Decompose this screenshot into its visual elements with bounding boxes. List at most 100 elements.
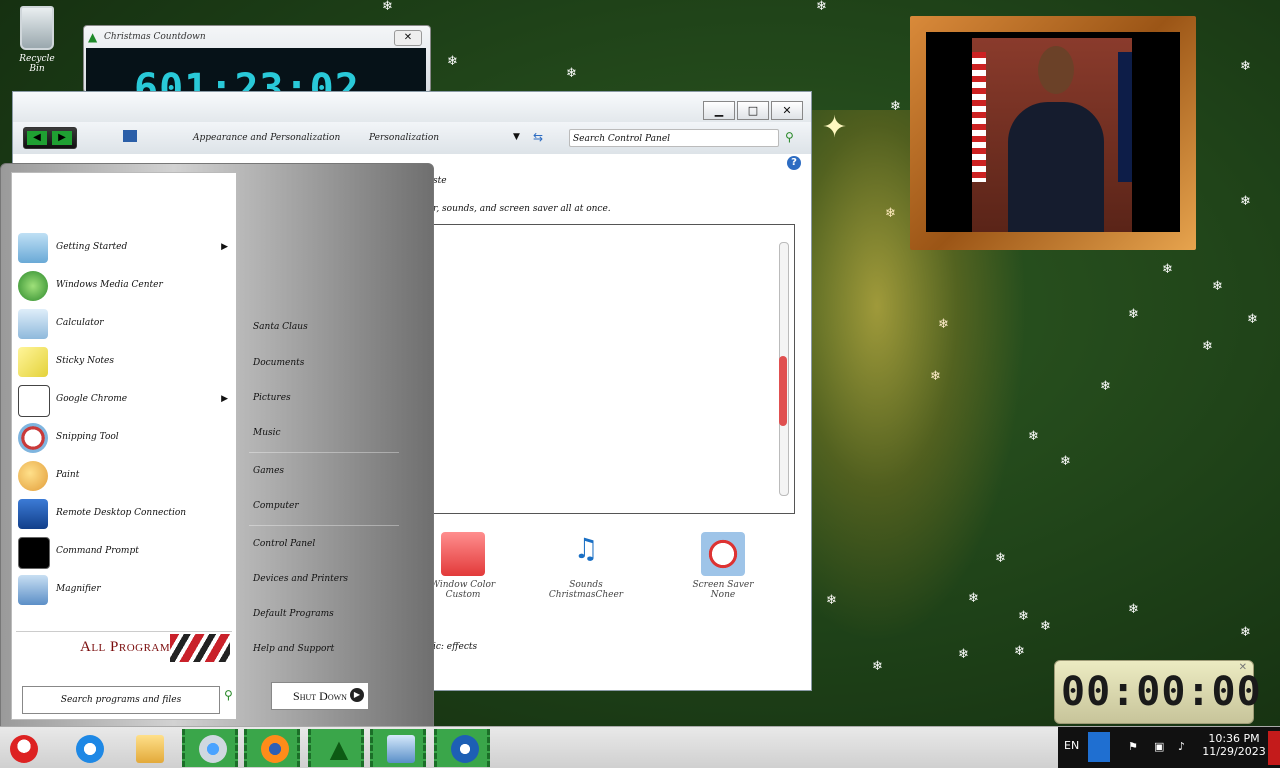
photo-frame-widget[interactable]: [910, 16, 1196, 250]
all-programs-button[interactable]: All Programs: [16, 631, 232, 664]
screen-saver-item[interactable]: Screen Saver None: [673, 532, 773, 600]
show-desktop-button[interactable]: [1268, 731, 1280, 765]
maximize-button[interactable]: □: [737, 101, 769, 120]
right-item-pictures[interactable]: Pictures: [253, 393, 291, 403]
chevron-down-icon[interactable]: ▼: [513, 132, 520, 142]
menu-item-remote-desktop[interactable]: Remote Desktop Connection: [18, 497, 228, 531]
search-input[interactable]: Search Control Panel: [569, 129, 779, 147]
breadcrumb-appearance[interactable]: Appearance and Personalization: [193, 133, 340, 143]
start-menu[interactable]: Getting Started ▶ Windows Media Center C…: [0, 163, 434, 729]
shutdown-button[interactable]: Shut Down ▶: [271, 682, 369, 710]
section-description: r, sounds, and screen saver all at once.: [433, 204, 611, 214]
sounds-sublabel: ChristmasCheer: [548, 590, 624, 600]
taskbar-firefox[interactable]: [244, 729, 300, 767]
flag-icon: [1118, 52, 1132, 182]
explorer-folder-icon: [136, 735, 164, 763]
menu-item-getting-started[interactable]: Getting Started ▶: [18, 231, 228, 265]
right-item-documents[interactable]: Documents: [253, 358, 304, 368]
menu-item-google-chrome[interactable]: Google Chrome ▶: [18, 383, 228, 417]
language-indicator[interactable]: EN: [1064, 739, 1079, 752]
google-chrome-icon: [18, 385, 50, 417]
internet-explorer-icon: [76, 735, 104, 763]
taskbar-christmas-tree[interactable]: ▲: [308, 729, 364, 767]
menu-item-calculator[interactable]: Calculator: [18, 307, 228, 341]
right-item-computer[interactable]: Computer: [253, 501, 299, 511]
search-icon[interactable]: ⚲: [224, 688, 233, 702]
sounds-item[interactable]: ♫ Sounds ChristmasCheer: [536, 532, 636, 600]
scrollbar-thumb[interactable]: [779, 356, 787, 426]
back-button[interactable]: ◀: [27, 131, 47, 145]
menu-item-command-prompt[interactable]: Command Prompt: [18, 535, 228, 569]
start-button[interactable]: [0, 729, 56, 767]
clock-widget[interactable]: 00:00:00 ✕: [1054, 660, 1261, 724]
submenu-arrow-icon: ▶: [221, 242, 228, 252]
window-titlebar[interactable]: ▁ □ ✕: [13, 92, 811, 122]
clock-digits: 00:00:00: [1061, 669, 1262, 715]
shutdown-label: Shut Down: [293, 689, 347, 703]
clock[interactable]: 10:36 PM 11/29/2023: [1202, 732, 1266, 758]
close-button[interactable]: ✕: [771, 101, 803, 120]
clock-close-button[interactable]: ✕: [1239, 662, 1247, 673]
refresh-icon[interactable]: ⇆: [533, 130, 543, 144]
screen-saver-label: Screen Saver: [692, 580, 754, 590]
search-icon[interactable]: ⚲: [785, 130, 794, 144]
snowflake-icon: ❄: [1040, 619, 1051, 634]
sounds-label: Sounds: [569, 580, 603, 590]
breadcrumb-personalization[interactable]: Personalization: [369, 133, 439, 143]
us-flag-icon: [972, 52, 986, 182]
menu-item-media-center[interactable]: Windows Media Center: [18, 269, 228, 303]
menu-item-snipping-tool[interactable]: Snipping Tool: [18, 421, 228, 455]
themes-listbox[interactable]: [433, 224, 795, 514]
right-item-music[interactable]: Music: [253, 428, 281, 438]
taskbar-control-panel[interactable]: [370, 729, 426, 767]
taskbar-ie[interactable]: [62, 729, 118, 767]
snowflake-icon: ❄: [1240, 59, 1251, 74]
media-center-icon: [18, 271, 48, 301]
countdown-digits: 601:23:02: [134, 66, 360, 93]
menu-item-paint[interactable]: Paint: [18, 459, 228, 493]
thunderbird-icon: [451, 735, 479, 763]
snowflake-icon: ❄: [1240, 194, 1251, 209]
taskbar-explorer[interactable]: [122, 729, 178, 767]
right-item-control-panel[interactable]: Control Panel: [253, 539, 315, 549]
snowflake-icon: ❄: [1212, 279, 1223, 294]
menu-item-magnifier[interactable]: Magnifier: [18, 573, 228, 607]
snowflake-icon: ❄: [1128, 307, 1139, 322]
countdown-display: 601:23:02: [86, 48, 426, 92]
taskbar-thunderbird[interactable]: [434, 729, 490, 767]
right-item-devices-printers[interactable]: Devices and Printers: [253, 574, 348, 584]
snowflake-icon: ❄: [1202, 339, 1213, 354]
menu-item-sticky-notes[interactable]: Sticky Notes: [18, 345, 228, 379]
forward-button[interactable]: ▶: [52, 131, 72, 145]
all-programs-label: All Programs: [80, 639, 177, 655]
recycle-bin-label: Recycle Bin: [19, 54, 55, 74]
system-tray: EN ⚑ ▣ ♪ 10:36 PM 11/29/2023: [1058, 727, 1280, 768]
paint-icon: [18, 461, 48, 491]
snowflake-icon: ❄: [1100, 379, 1111, 394]
network-icon[interactable]: ▣: [1154, 740, 1168, 754]
sounds-icon: ♫: [573, 532, 599, 565]
action-center-flag-icon[interactable]: ⚑: [1128, 740, 1142, 754]
control-panel-icon: [387, 735, 415, 763]
volume-icon[interactable]: ♪: [1178, 740, 1192, 754]
countdown-widget[interactable]: ▲ Christmas Countdown ✕ 601:23:02: [83, 25, 431, 93]
right-item-santa[interactable]: Santa Claus: [253, 322, 308, 332]
right-item-games[interactable]: Games: [253, 466, 284, 476]
snowflake-icon: ❄: [382, 0, 393, 14]
recycle-bin[interactable]: Recycle Bin: [12, 6, 62, 74]
right-item-help-support[interactable]: Help and Support: [253, 644, 334, 654]
countdown-title: Christmas Countdown: [104, 32, 206, 42]
chrome-icon: [199, 735, 227, 763]
command-prompt-icon: [18, 537, 50, 569]
recycle-bin-icon: [20, 6, 54, 50]
tree-icon: ▲: [88, 30, 98, 44]
shutdown-options-arrow-icon[interactable]: ▶: [350, 688, 364, 702]
minimize-button[interactable]: ▁: [703, 101, 735, 120]
countdown-close-button[interactable]: ✕: [394, 30, 422, 46]
help-icon[interactable]: ?: [787, 156, 801, 170]
taskbar-chrome[interactable]: [182, 729, 238, 767]
input-indicator[interactable]: [1088, 732, 1110, 762]
menu-divider: [249, 525, 399, 526]
start-search-input[interactable]: Search programs and files: [22, 686, 220, 714]
right-item-default-programs[interactable]: Default Programs: [253, 609, 334, 619]
